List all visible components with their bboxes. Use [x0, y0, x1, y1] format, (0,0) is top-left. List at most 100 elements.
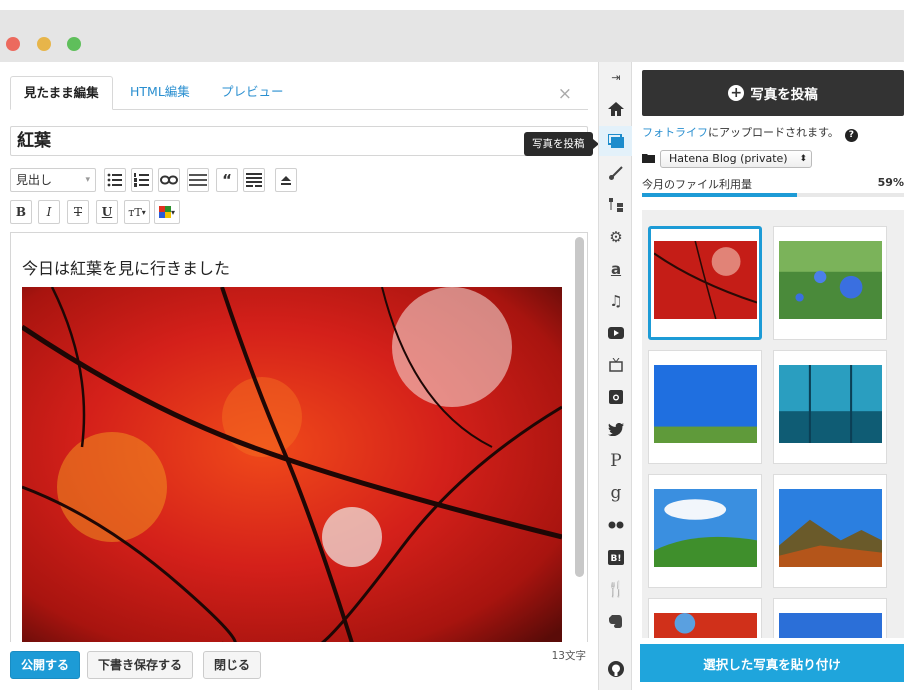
photo-thumb-blue-flowers[interactable] [773, 226, 887, 340]
photo-thumb-mountain[interactable] [773, 474, 887, 588]
underline-button[interactable]: U [96, 200, 118, 224]
folder-icon [642, 154, 655, 163]
thumb-image [654, 489, 757, 567]
help-icon[interactable]: ? [844, 129, 858, 142]
music-button[interactable]: ♫ [599, 286, 633, 316]
editor-pane: 見たまま編集 HTML編集 プレビュー × 紅葉 見出し ▾ “ B I T U… [0, 62, 598, 690]
github-button[interactable] [599, 654, 633, 684]
chevron-down-icon: ▾ [141, 207, 146, 217]
select-arrows-icon: ⬍ [799, 154, 807, 164]
flickr-icon [608, 521, 624, 529]
link-button[interactable] [158, 168, 180, 192]
tab-html[interactable]: HTML編集 [117, 76, 203, 110]
bullet-list-button[interactable] [104, 168, 126, 192]
post-photo-label: 写真を投稿 [750, 87, 818, 103]
evernote-button[interactable] [599, 606, 633, 636]
numbered-list-button[interactable] [131, 168, 153, 192]
twitter-button[interactable] [599, 414, 633, 444]
chevron-down-icon: ▾ [85, 175, 90, 185]
thumb-image [654, 365, 757, 443]
settings-button[interactable]: ⚙ [599, 222, 633, 252]
font-size-button[interactable]: тT ▾ [124, 200, 150, 224]
twitter-icon [608, 422, 624, 436]
usage-bar [642, 193, 904, 197]
photo-gallery[interactable] [642, 210, 904, 638]
flickr-button[interactable] [599, 510, 633, 540]
upload-icon [281, 176, 291, 185]
restaurant-button[interactable]: 🍴 [599, 574, 633, 604]
title-input[interactable]: 紅葉 [10, 126, 588, 156]
save-draft-button[interactable]: 下書き保存する [87, 651, 194, 679]
read-more-icon [246, 173, 262, 187]
post-photo-button[interactable]: + 写真を投稿 [642, 70, 904, 116]
tab-wysiwyg[interactable]: 見たまま編集 [10, 76, 113, 110]
strikethrough-button[interactable]: T [67, 200, 89, 224]
editor-scrollbar-thumb[interactable] [575, 237, 584, 577]
tree-icon [609, 198, 623, 212]
restaurant-icon: 🍴 [606, 580, 626, 598]
youtube-button[interactable] [599, 318, 633, 348]
editor-scrollbar[interactable] [575, 237, 584, 637]
brush-icon [609, 166, 623, 180]
chevron-down-icon: ▾ [170, 207, 175, 217]
photo-button[interactable] [599, 126, 633, 156]
tab-preview[interactable]: プレビュー [208, 76, 297, 110]
color-button[interactable]: ▾ [154, 200, 180, 224]
quote-icon: “ [222, 171, 232, 189]
zoom-window-button[interactable] [67, 37, 81, 51]
char-count: 13文字 [551, 650, 586, 662]
instagram-icon [609, 390, 623, 404]
horizontal-rule-button[interactable] [187, 168, 209, 192]
body-editor[interactable]: 今日は紅葉を見に行きました [10, 232, 588, 642]
collapse-button[interactable]: ⇥ [599, 62, 633, 92]
evernote-icon [609, 614, 622, 628]
italic-button[interactable]: I [38, 200, 60, 224]
color-palette-icon [158, 206, 171, 218]
quote-button[interactable]: “ [216, 168, 238, 192]
upload-button[interactable] [275, 168, 297, 192]
photo-panel: + 写真を投稿 フォトライフにアップロードされます。? Hatena Blog … [632, 62, 904, 690]
heading-select[interactable]: 見出し ▾ [10, 168, 96, 192]
tv-icon [609, 358, 623, 372]
editor-footer: 公開する 下書き保存する 閉じる 13文字 [0, 642, 598, 690]
close-button[interactable]: 閉じる [203, 651, 262, 679]
home-button[interactable] [599, 94, 633, 124]
amazon-icon: a [610, 260, 622, 278]
github-icon [608, 661, 624, 677]
brush-button[interactable] [599, 158, 633, 188]
photo-thumb-autumn-leaves[interactable] [648, 226, 762, 340]
plus-icon: + [728, 85, 745, 101]
publish-button[interactable]: 公開する [10, 651, 81, 679]
tv-button[interactable] [599, 350, 633, 380]
photo-icon [608, 134, 624, 148]
album-select-value: Hatena Blog (private) [669, 152, 788, 165]
photo-thumb-red-leaves[interactable] [648, 598, 762, 638]
fotolife-link[interactable]: フォトライフ [642, 126, 708, 139]
photo-thumb-blue-sky[interactable] [648, 350, 762, 464]
font-size-label: тT [128, 205, 142, 219]
close-icon[interactable]: × [558, 84, 572, 104]
pinterest-button[interactable]: P [599, 446, 633, 476]
photo-thumb-sky-2[interactable] [773, 598, 887, 638]
heading-select-value: 見出し [16, 173, 53, 187]
home-icon [608, 102, 624, 116]
more-button[interactable] [243, 168, 265, 192]
instagram-button[interactable] [599, 382, 633, 412]
editor-tabs: 見たまま編集 HTML編集 プレビュー × [10, 76, 588, 110]
close-window-button[interactable] [6, 37, 20, 51]
collapse-icon: ⇥ [611, 70, 621, 84]
paste-selected-photos-button[interactable]: 選択した写真を貼り付け [640, 644, 904, 682]
hatena-bookmark-button[interactable]: B! [599, 542, 633, 572]
bold-button[interactable]: B [10, 200, 32, 224]
thumb-image [779, 241, 882, 319]
tooltip: 写真を投稿 [524, 132, 598, 156]
minimize-window-button[interactable] [37, 37, 51, 51]
amazon-button[interactable]: a [599, 254, 633, 284]
google-button[interactable]: g [599, 478, 633, 508]
photo-thumb-green-hill[interactable] [648, 474, 762, 588]
photo-thumb-glass-hall[interactable] [773, 350, 887, 464]
music-icon: ♫ [609, 292, 623, 310]
title-bar [0, 10, 904, 62]
album-select[interactable]: Hatena Blog (private) ⬍ [660, 150, 812, 168]
tree-button[interactable] [599, 190, 633, 220]
